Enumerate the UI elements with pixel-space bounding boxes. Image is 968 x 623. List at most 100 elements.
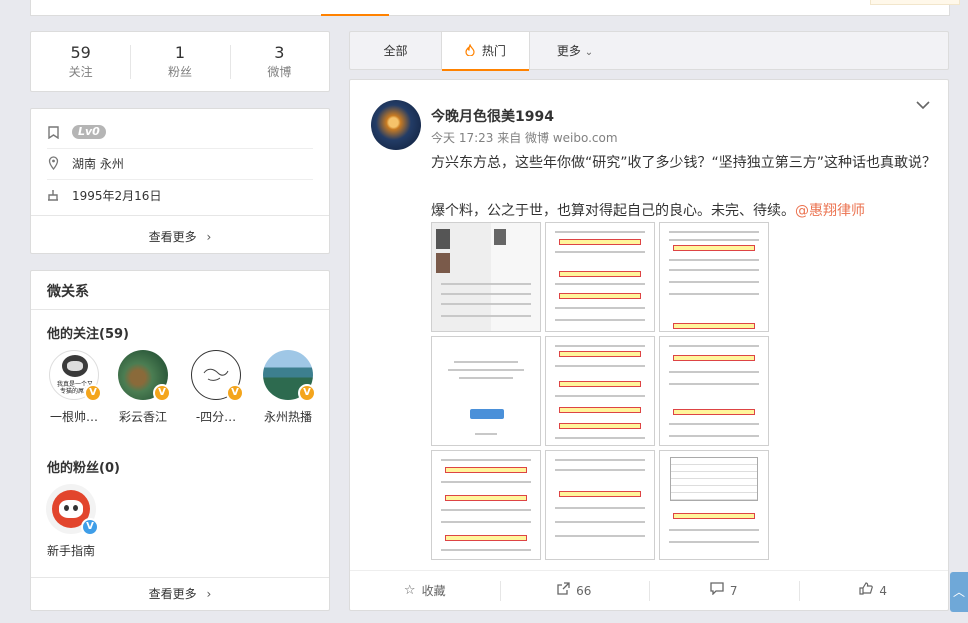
post-image-grid — [431, 222, 771, 561]
thumbs-up-icon — [859, 582, 874, 599]
post-image[interactable] — [431, 222, 541, 332]
post-text-line2: 爆个料，公之于世，也算对得起自己的良心。未完、待续。 — [431, 203, 795, 219]
tab-all[interactable]: 全部 — [350, 32, 441, 70]
top-nav-bar — [30, 0, 950, 16]
repost-count: 66 — [576, 583, 592, 598]
following-name[interactable]: 彩云香江 — [113, 408, 173, 425]
fire-icon — [465, 43, 479, 58]
comment-button[interactable]: 7 — [649, 571, 799, 610]
verified-badge-icon: V — [84, 384, 102, 402]
comment-icon — [710, 582, 724, 599]
post-image[interactable] — [545, 336, 655, 446]
chevron-right-icon: › — [206, 587, 212, 601]
relations-card: 微关系 他的关注(59) 我真是一个又 专猫的屌丝 V 一根帅… V 彩云香江 … — [30, 270, 330, 611]
divider — [31, 215, 329, 216]
following-name[interactable]: -四分… — [186, 408, 246, 425]
comment-count: 7 — [729, 583, 738, 598]
verified-badge-icon: V — [153, 384, 171, 402]
post-image[interactable] — [659, 450, 769, 560]
relations-title: 微关系 — [47, 284, 89, 300]
post-author-avatar[interactable] — [371, 100, 421, 150]
favorite-button[interactable]: ☆ 收藏 — [350, 571, 500, 610]
stat-weibo-count: 3 — [274, 42, 285, 62]
birthday-row: 1995年2月16日 — [47, 185, 161, 205]
star-icon: ☆ — [403, 583, 416, 598]
post-text-line1: 方兴东方总，这些年你做“研究”收了多少钱？“坚持独立第三方”这种话也真敢说？ — [431, 155, 937, 171]
top-right-tab[interactable] — [870, 0, 960, 5]
feed-tabs: 全部 热门 更多 ⌄ — [349, 31, 949, 71]
stat-following[interactable]: 59 关注 — [31, 43, 130, 81]
back-to-top-button[interactable]: ︿ — [950, 572, 968, 612]
post-actions-bar: ☆ 收藏 66 7 4 — [350, 570, 948, 610]
verified-badge-icon: V — [226, 384, 244, 402]
fans-title[interactable]: 他的粉丝(0) — [47, 457, 120, 476]
stat-fans[interactable]: 1 粉丝 — [130, 43, 229, 81]
tab-hot[interactable]: 热门 — [441, 32, 530, 71]
post-image[interactable] — [659, 336, 769, 446]
cake-icon — [47, 188, 59, 202]
fan-item[interactable]: V 新手指南 — [41, 484, 101, 559]
avatar[interactable]: 我真是一个又 专猫的屌丝 V — [49, 350, 102, 402]
following-item[interactable]: 我真是一个又 专猫的屌丝 V 一根帅… — [44, 350, 104, 425]
divider — [31, 577, 329, 578]
post-meta[interactable]: 今天 17:23 来自 微博 weibo.com — [431, 129, 618, 146]
top-nav-active-indicator — [321, 14, 389, 16]
info-see-more-label: 查看更多 — [148, 230, 197, 244]
post-image[interactable] — [545, 222, 655, 332]
following-title[interactable]: 他的关注(59) — [47, 323, 129, 342]
verified-badge-icon: V — [298, 384, 316, 402]
post-image[interactable] — [659, 222, 769, 332]
location-pin-icon — [47, 156, 59, 170]
following-name[interactable]: 永州热播 — [258, 408, 318, 425]
fan-name[interactable]: 新手指南 — [41, 542, 101, 559]
location-text: 湖南 永州 — [72, 156, 124, 171]
chevron-down-icon: ⌄ — [584, 47, 594, 58]
stat-following-count: 59 — [70, 42, 91, 62]
relations-see-more-label: 查看更多 — [148, 587, 197, 601]
avatar[interactable]: V — [118, 350, 171, 402]
level-badge[interactable]: Lv0 — [72, 125, 106, 139]
favorite-label: 收藏 — [421, 584, 446, 598]
tab-more[interactable]: 更多 ⌄ — [530, 32, 620, 70]
like-button[interactable]: 4 — [798, 571, 949, 610]
stat-following-label: 关注 — [68, 64, 93, 79]
following-item[interactable]: V 永州热播 — [258, 350, 318, 425]
chevron-right-icon: › — [206, 230, 212, 244]
info-see-more-link[interactable]: 查看更多 › — [31, 228, 329, 245]
stat-weibo-label: 微博 — [267, 64, 292, 79]
stat-fans-count: 1 — [174, 42, 186, 62]
birthday-text: 1995年2月16日 — [72, 188, 162, 203]
level-row: Lv0 — [47, 122, 106, 142]
following-item[interactable]: V 彩云香江 — [113, 350, 173, 425]
post-text-line2-wrap: 爆个料，公之于世，也算对得起自己的良心。未完、待续。@惠翔律师 — [431, 199, 936, 223]
post-author-name[interactable]: 今晚月色很美1994 — [431, 106, 554, 126]
mention-link[interactable]: @惠翔律师 — [795, 203, 865, 219]
repost-icon — [557, 582, 570, 599]
weibo-post-card: 今晚月色很美1994 今天 17:23 来自 微博 weibo.com 方兴东方… — [349, 79, 949, 611]
post-image[interactable] — [431, 450, 541, 560]
like-count: 4 — [879, 583, 888, 598]
post-options-chevron-icon[interactable] — [916, 98, 930, 114]
avatar[interactable]: V — [191, 350, 244, 402]
following-item[interactable]: V -四分… — [186, 350, 246, 425]
following-name[interactable]: 一根帅… — [44, 408, 104, 425]
profile-info-card: Lv0 湖南 永州 1995年2月16日 查看更多 › — [30, 108, 330, 254]
verified-badge-icon: V — [81, 518, 99, 536]
avatar[interactable]: V — [46, 484, 99, 536]
stats-card: 59 关注 1 粉丝 3 微博 — [30, 31, 330, 92]
chevron-up-icon: ︿ — [952, 585, 965, 599]
bookmark-icon — [47, 125, 59, 139]
tab-hot-label: 热门 — [481, 44, 506, 58]
post-image[interactable] — [545, 450, 655, 560]
avatar[interactable]: V — [263, 350, 316, 402]
relations-see-more-link[interactable]: 查看更多 › — [31, 585, 329, 602]
tab-all-label: 全部 — [383, 44, 408, 58]
divider — [31, 309, 329, 310]
repost-button[interactable]: 66 — [499, 571, 650, 610]
tab-more-label: 更多 — [556, 44, 581, 58]
post-text: 方兴东方总，这些年你做“研究”收了多少钱？“坚持独立第三方”这种话也真敢说？ 爆… — [431, 151, 936, 223]
divider — [47, 179, 313, 180]
stat-weibo[interactable]: 3 微博 — [229, 42, 329, 81]
post-image[interactable] — [431, 336, 541, 446]
divider — [47, 148, 313, 149]
